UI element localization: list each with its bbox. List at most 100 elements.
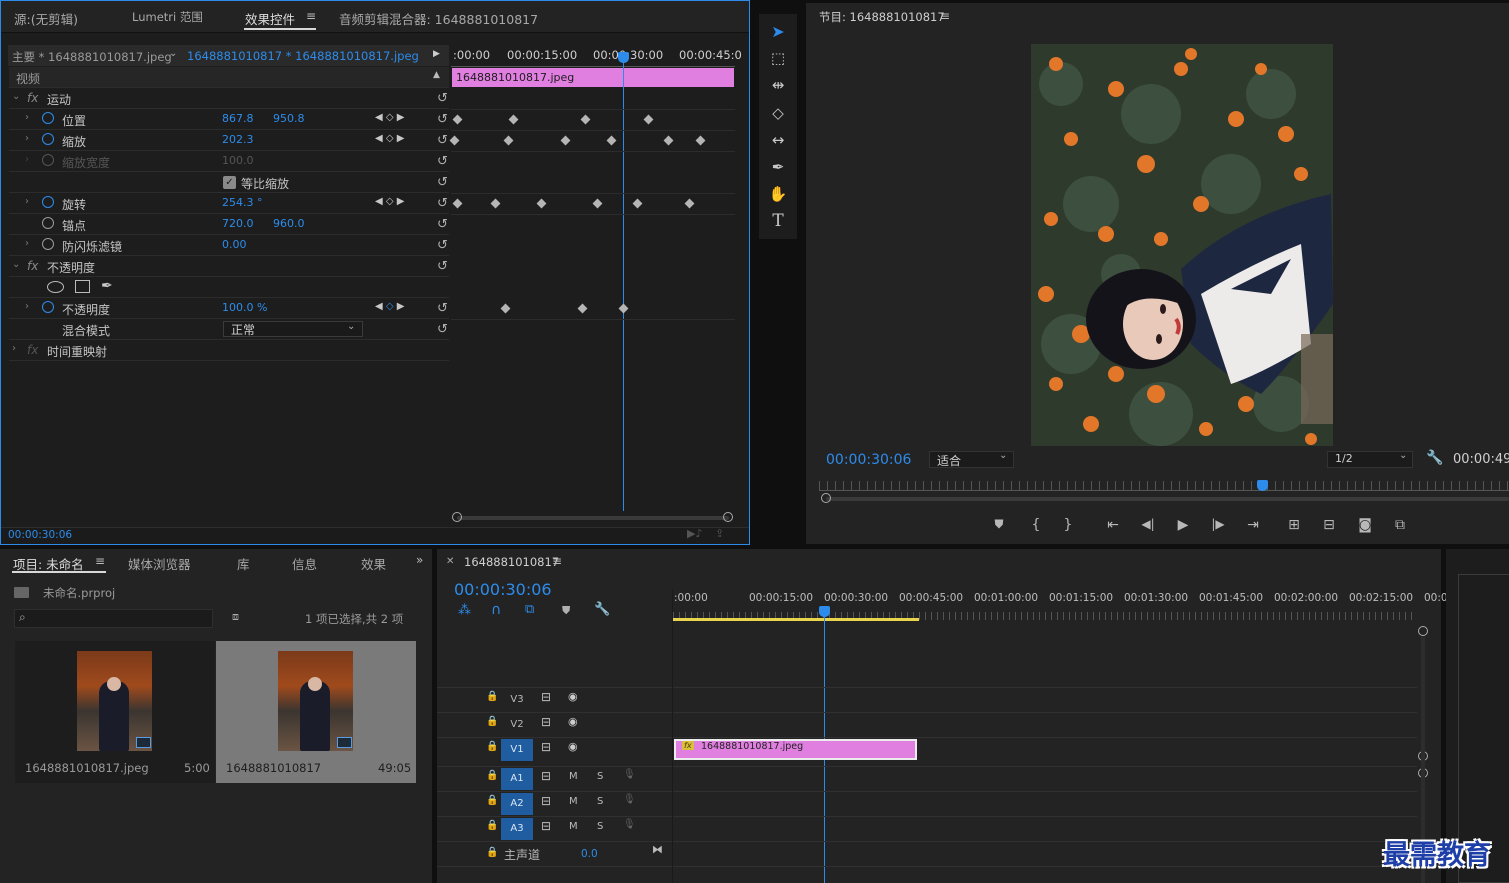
work-area-bar[interactable] <box>673 618 919 621</box>
motion-row[interactable]: ⌄ fx 运动 ↺ <box>9 88 449 109</box>
eye-icon[interactable]: ◉ <box>568 715 578 728</box>
tab-audio-mixer[interactable]: 音频剪辑混合器: 1648881010817 <box>339 9 538 28</box>
program-ruler[interactable] <box>819 481 1509 491</box>
track-target-a1[interactable]: A1 <box>501 768 533 790</box>
tab-effect-controls[interactable]: 效果控件 <box>245 9 295 28</box>
step-back-icon[interactable]: ◀| <box>1137 517 1159 531</box>
chevron-right-icon[interactable]: › <box>12 343 16 354</box>
master-meter-icon[interactable]: ⧓ <box>652 843 663 856</box>
keyframe-marker[interactable] <box>663 135 674 146</box>
tab-menu-icon[interactable]: ≡ <box>306 9 316 23</box>
keyframe-marker[interactable] <box>643 114 654 125</box>
track-target-a3[interactable]: A3 <box>501 818 533 840</box>
selection-tool-icon[interactable]: ➤ <box>767 22 789 42</box>
reset-icon[interactable]: ↺ <box>437 154 448 169</box>
keyframe-marker[interactable] <box>695 135 706 146</box>
keyframe-nav-icon[interactable]: ◀ ◇ ▶ <box>375 301 404 312</box>
sync-lock-icon[interactable]: ⊟ <box>541 740 551 754</box>
keyframe-marker[interactable] <box>452 114 463 125</box>
lock-icon[interactable]: 🔒 <box>486 847 498 858</box>
chevron-right-icon[interactable]: › <box>25 238 29 249</box>
mute-button[interactable]: M <box>569 796 578 807</box>
play-triangle-icon[interactable]: ▶ <box>433 49 440 59</box>
sync-lock-icon[interactable]: ⊟ <box>541 690 551 704</box>
zoom-scroll-bar[interactable] <box>457 516 729 520</box>
lock-icon[interactable]: 🔒 <box>486 716 498 727</box>
rectangle-mask-icon[interactable] <box>75 280 90 293</box>
stopwatch-icon[interactable] <box>42 133 54 148</box>
chevron-right-icon[interactable]: › <box>25 133 29 144</box>
keyframe-nav-icon[interactable]: ◀ ◇ ▶ <box>375 112 404 123</box>
eye-icon[interactable]: ◉ <box>568 740 578 753</box>
lock-icon[interactable]: 🔒 <box>486 795 498 806</box>
track-select-tool-icon[interactable]: ⬚ <box>767 48 789 68</box>
chevron-expanded-icon[interactable]: ⌄ <box>12 91 20 102</box>
stopwatch-icon[interactable] <box>42 196 54 211</box>
keyframe-marker[interactable] <box>503 135 514 146</box>
chevron-right-icon[interactable]: › <box>25 112 29 123</box>
sync-lock-icon[interactable]: ⊟ <box>541 819 551 833</box>
keyframe-marker[interactable] <box>632 198 643 209</box>
zoom-handle-left[interactable] <box>821 493 831 503</box>
chevron-down-icon[interactable]: ⌄ <box>1399 450 1407 461</box>
keyframe-marker[interactable] <box>618 303 629 314</box>
step-forward-icon[interactable]: |▶ <box>1207 517 1229 531</box>
mark-out-icon[interactable]: } <box>1057 517 1079 533</box>
reset-icon[interactable]: ↺ <box>437 217 448 232</box>
reset-icon[interactable]: ↺ <box>437 196 448 211</box>
panel-menu-icon[interactable]: ≡ <box>940 9 950 23</box>
keyframe-marker[interactable] <box>560 135 571 146</box>
keyframe-nav-icon[interactable]: ◀ ◇ ▶ <box>375 196 404 207</box>
anchor-x-value[interactable]: 720.0 <box>222 217 254 230</box>
solo-button[interactable]: S <box>597 771 603 782</box>
hand-tool-icon[interactable]: ✋ <box>767 184 789 204</box>
keyframe-marker[interactable] <box>577 303 588 314</box>
zoom-handle-right[interactable] <box>723 512 733 522</box>
camera-icon[interactable]: ◙ <box>1354 517 1376 533</box>
pen-mask-icon[interactable]: ✒ <box>101 278 113 294</box>
pen-tool-icon[interactable]: ✒ <box>767 157 789 177</box>
tab-libraries[interactable]: 库 <box>237 554 250 573</box>
keyframe-marker[interactable] <box>500 303 511 314</box>
chevron-expanded-icon[interactable]: ⌄ <box>12 259 20 270</box>
position-y-value[interactable]: 950.8 <box>273 112 305 125</box>
reset-icon[interactable]: ↺ <box>437 91 448 106</box>
position-x-value[interactable]: 867.8 <box>222 112 254 125</box>
playhead-handle[interactable] <box>618 52 629 63</box>
zoom-handle-left[interactable] <box>452 512 462 522</box>
microphone-icon[interactable]: 🎙 <box>623 819 636 830</box>
scale-value[interactable]: 202.3 <box>222 133 254 146</box>
timeline-timecode[interactable]: 00:00:30:06 <box>454 580 552 599</box>
ellipse-mask-icon[interactable] <box>47 281 64 293</box>
reset-icon[interactable]: ↺ <box>437 238 448 253</box>
chevron-right-icon[interactable]: › <box>25 301 29 312</box>
track-target-a2[interactable]: A2 <box>501 793 533 815</box>
keyframe-marker[interactable] <box>592 198 603 209</box>
go-to-in-icon[interactable]: ⇤ <box>1102 517 1124 533</box>
lift-icon[interactable]: ⊞ <box>1283 517 1305 533</box>
keyframe-marker[interactable] <box>452 198 463 209</box>
panel-menu-icon[interactable]: ≡ <box>95 554 105 568</box>
add-marker-icon[interactable]: ⛊ <box>562 604 570 618</box>
keyframe-marker[interactable] <box>536 198 547 209</box>
go-to-out-icon[interactable]: ⇥ <box>1242 517 1264 533</box>
lock-icon[interactable]: 🔒 <box>486 741 498 752</box>
stopwatch-icon[interactable] <box>42 238 54 253</box>
sync-lock-icon[interactable]: ⊟ <box>541 769 551 783</box>
type-tool-icon[interactable]: T <box>767 211 789 231</box>
tab-lumetri-scopes[interactable]: Lumetri 范围 <box>132 9 203 25</box>
stopwatch-icon[interactable] <box>42 112 54 127</box>
chevron-down-icon[interactable]: ⌄ <box>347 321 355 332</box>
keyframe-marker[interactable] <box>606 135 617 146</box>
track-target-v3[interactable]: V3 <box>501 689 533 711</box>
master-volume-value[interactable]: 0.0 <box>581 848 598 860</box>
opacity-group-row[interactable]: ⌄ fx 不透明度 ↺ <box>9 256 449 277</box>
program-playhead[interactable] <box>1257 480 1268 491</box>
program-monitor-title[interactable]: 节目: 1648881010817 <box>819 9 945 25</box>
sync-lock-icon[interactable]: ⊟ <box>541 715 551 729</box>
ripple-edit-tool-icon[interactable]: ⇹ <box>767 75 789 95</box>
reset-icon[interactable]: ↺ <box>437 259 448 274</box>
flicker-value[interactable]: 0.00 <box>222 238 247 251</box>
lock-icon[interactable]: 🔒 <box>486 691 498 702</box>
mute-button[interactable]: M <box>569 821 578 832</box>
